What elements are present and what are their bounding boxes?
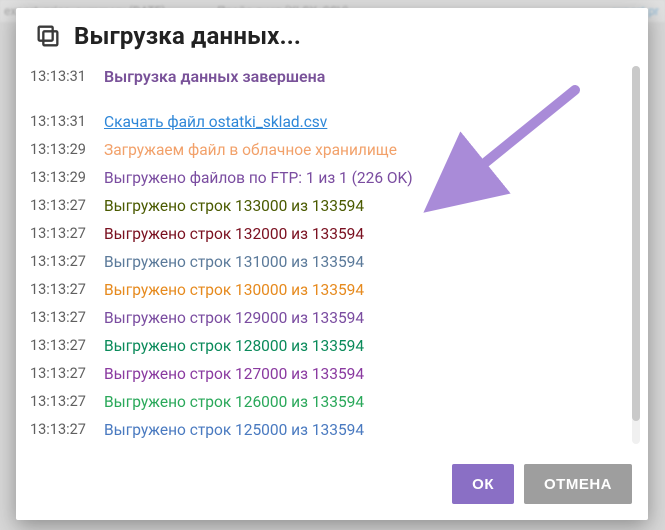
log-row: 13:13:27Выгружено строк 125000 из 133594	[30, 416, 624, 444]
scrollbar-thumb[interactable]	[632, 66, 640, 421]
log-time: 13:13:29	[30, 167, 104, 189]
log-message: Выгружено строк 129000 из 133594	[104, 307, 624, 329]
log-time: 13:13:27	[30, 391, 104, 413]
log-time: 13:13:27	[30, 223, 104, 245]
log-time: 13:13:27	[30, 363, 104, 385]
export-modal: Выгрузка данных... 13:13:31Выгрузка данн…	[16, 8, 648, 520]
log-message: Выгружено строк 126000 из 133594	[104, 391, 624, 413]
log-message: Выгружено строк 127000 из 133594	[104, 363, 624, 385]
log-message: Выгружено строк 128000 из 133594	[104, 335, 624, 357]
log-message: Выгружено строк 132000 из 133594	[104, 223, 624, 245]
log-list[interactable]: 13:13:31Выгрузка данных завершена13:13:3…	[30, 60, 624, 450]
log-row: 13:13:27Выгружено строк 133000 из 133594	[30, 192, 624, 220]
log-time: 13:13:27	[30, 335, 104, 357]
log-row: 13:13:29Загружаем файл в облачное хранил…	[30, 136, 624, 164]
copy-icon	[34, 22, 62, 50]
log-time: 13:13:27	[30, 307, 104, 329]
log-row: 13:13:27Выгружено строк 127000 из 133594	[30, 360, 624, 388]
log-row: 13:13:31Скачать файл ostatki_sklad.csv	[30, 108, 624, 136]
log-row: 13:13:27Выгружено строк 131000 из 133594	[30, 248, 624, 276]
log-time: 13:13:29	[30, 139, 104, 161]
log-time: 13:13:31	[30, 111, 104, 133]
log-row: 13:13:27Выгружено строк 132000 из 133594	[30, 220, 624, 248]
log-message: Загружаем файл в облачное хранилище	[104, 139, 624, 161]
log-row: 13:13:27Выгружено строк 126000 из 133594	[30, 388, 624, 416]
download-link[interactable]: Скачать файл ostatki_sklad.csv	[104, 113, 327, 131]
ok-button[interactable]: ОК	[452, 464, 514, 504]
log-message: Выгружено строк 130000 из 133594	[104, 279, 624, 301]
modal-title: Выгрузка данных...	[74, 22, 301, 50]
log-area: 13:13:31Выгрузка данных завершена13:13:3…	[16, 60, 648, 450]
log-time: 13:13:27	[30, 419, 104, 441]
modal-footer: ОК ОТМЕНА	[16, 450, 648, 520]
log-message: Выгружено строк 125000 из 133594	[104, 419, 624, 441]
log-time: 13:13:27	[30, 195, 104, 217]
log-message: Скачать файл ostatki_sklad.csv	[104, 111, 624, 133]
log-row: 13:13:27Выгружено строк 128000 из 133594	[30, 332, 624, 360]
log-time: 13:13:31	[30, 66, 104, 88]
log-row: 13:13:31Выгрузка данных завершена	[30, 60, 624, 108]
scrollbar[interactable]	[632, 66, 640, 444]
log-time: 13:13:27	[30, 251, 104, 273]
modal-header: Выгрузка данных...	[16, 8, 648, 60]
log-message: Выгрузка данных завершена	[104, 66, 624, 88]
log-row: 13:13:27Выгружено строк 130000 из 133594	[30, 276, 624, 304]
log-time: 13:13:27	[30, 279, 104, 301]
log-message: Выгружено файлов по FTP: 1 из 1 (226 OK)	[104, 167, 624, 189]
log-row: 13:13:27Выгружено строк 129000 из 133594	[30, 304, 624, 332]
cancel-button[interactable]: ОТМЕНА	[524, 464, 632, 504]
log-message: Выгружено строк 133000 из 133594	[104, 195, 624, 217]
log-message: Выгружено строк 131000 из 133594	[104, 251, 624, 273]
log-row: 13:13:29Выгружено файлов по FTP: 1 из 1 …	[30, 164, 624, 192]
